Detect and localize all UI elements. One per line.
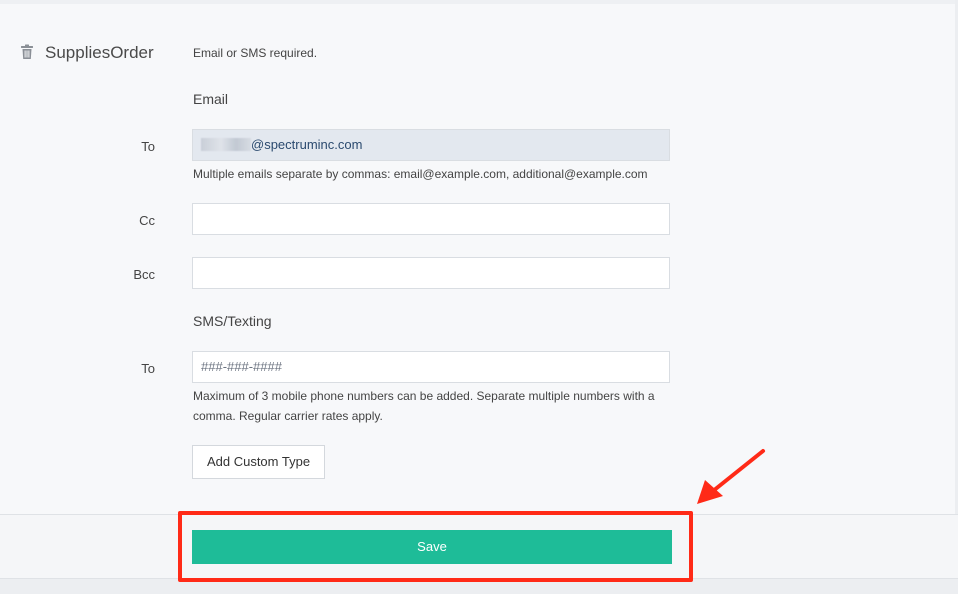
highlight-box: [178, 511, 693, 582]
top-band: [0, 0, 958, 4]
sms-hint: Maximum of 3 mobile phone numbers can be…: [193, 389, 655, 423]
sms-to-label: To: [141, 361, 155, 376]
sms-to-placeholder: ###-###-####: [201, 359, 282, 374]
email-to-input[interactable]: @spectruminc.com: [192, 129, 670, 161]
sms-section-title: SMS/Texting: [193, 313, 272, 329]
trash-icon[interactable]: [20, 44, 34, 60]
email-to-value: @spectruminc.com: [251, 137, 363, 152]
sms-to-input[interactable]: ###-###-####: [192, 351, 670, 383]
cc-label: Cc: [139, 213, 155, 228]
email-to-label: To: [141, 139, 155, 154]
add-custom-type-button[interactable]: Add Custom Type: [192, 445, 325, 479]
email-section-title: Email: [193, 91, 229, 107]
redacted-username: [201, 138, 251, 151]
bcc-input[interactable]: [192, 257, 670, 289]
bcc-label: Bcc: [133, 267, 155, 282]
arrow-icon: [697, 449, 765, 504]
requirement-note: Email or SMS required.: [193, 46, 318, 60]
cc-input[interactable]: [192, 203, 670, 235]
order-name: SuppliesOrder: [45, 43, 154, 62]
email-to-hint: Multiple emails separate by commas: emai…: [193, 167, 648, 181]
